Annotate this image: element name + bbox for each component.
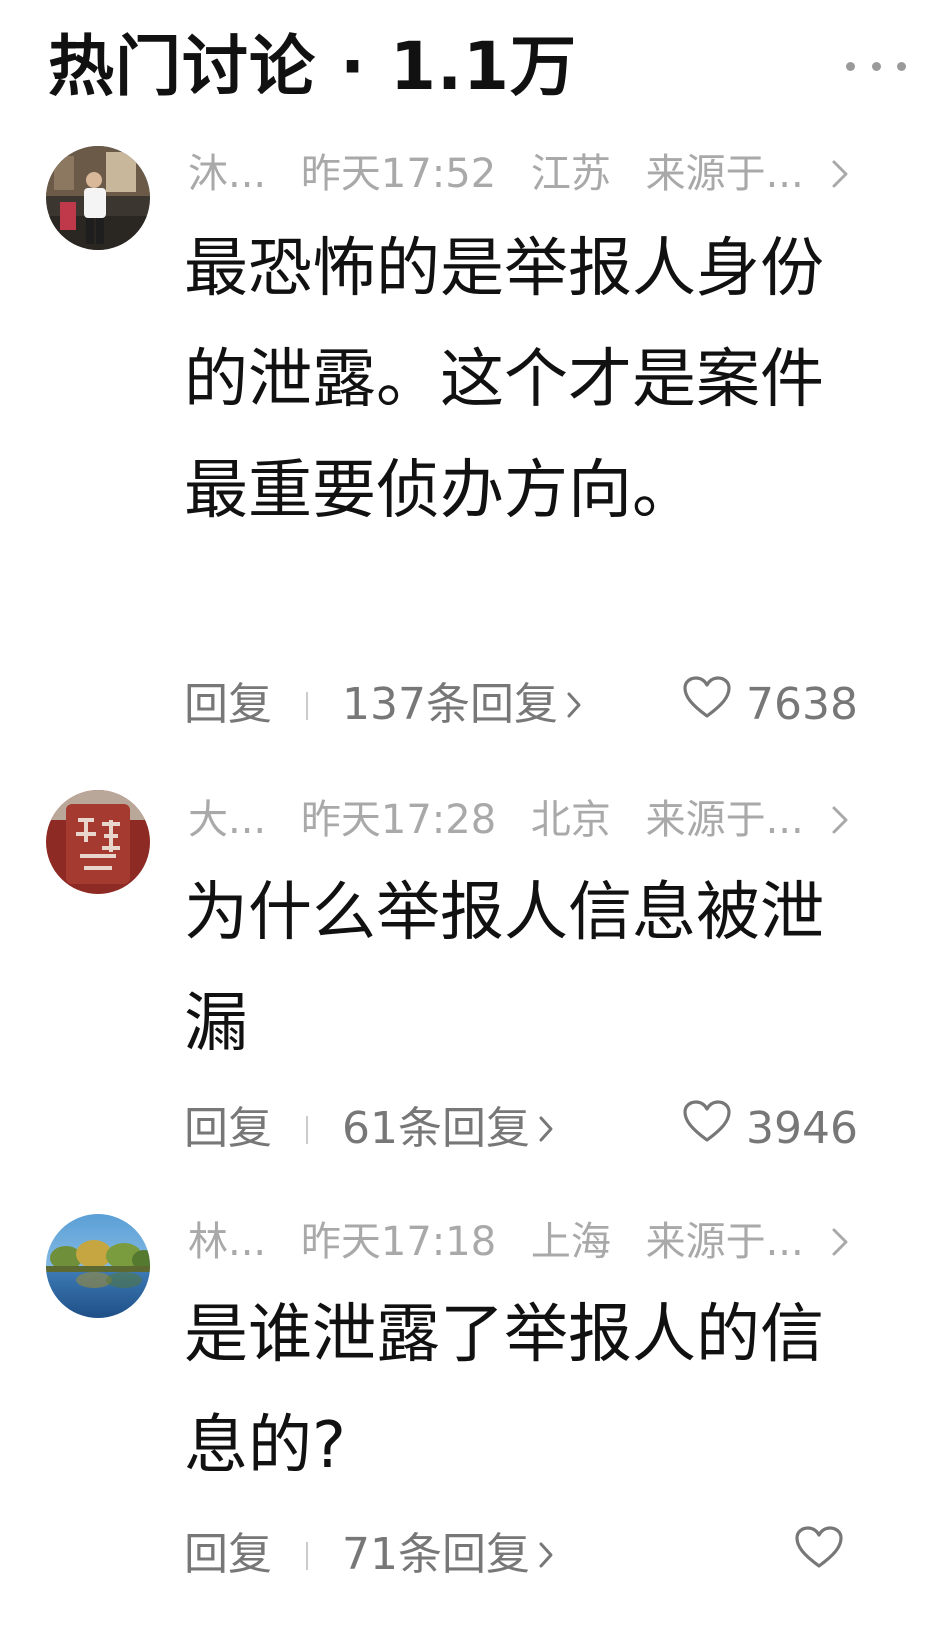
comment-meta: 沐... 昨天17:52 江苏 来源于... [188, 144, 858, 204]
heart-outline-icon [682, 670, 746, 740]
chevron-right-icon [566, 691, 582, 719]
like-count: 3946 [746, 1103, 858, 1154]
timestamp: 昨天17:28 [300, 797, 497, 843]
username[interactable]: 大... [188, 797, 266, 843]
reply-button[interactable]: 回复 [184, 1520, 272, 1590]
location: 江苏 [530, 151, 611, 197]
chevron-right-icon[interactable] [826, 144, 854, 204]
replies-count: 137条回复 [342, 679, 558, 730]
comment-actions: 回复 137条回复 7638 [184, 670, 858, 740]
like-button[interactable] [794, 1520, 858, 1590]
comment-text: 为什么举报人信息被泄漏 [184, 876, 824, 1061]
source-label: 来源于... [645, 151, 804, 197]
chevron-right-icon [538, 1541, 554, 1569]
view-replies-link[interactable]: 61条回复 [342, 1094, 554, 1164]
location: 北京 [530, 797, 611, 843]
comment-actions: 回复 71条回复 [184, 1520, 858, 1590]
replies-count: 61条回复 [342, 1103, 530, 1154]
comment-actions: 回复 61条回复 3946 [184, 1094, 858, 1164]
heart-outline-icon [682, 1094, 746, 1164]
replies-count: 71条回复 [342, 1529, 530, 1580]
source-label: 来源于... [645, 797, 804, 843]
comment-meta: 林... 昨天17:18 上海 来源于... [188, 1212, 858, 1272]
comment-text: 是谁泄露了举报人的信息的? [184, 1298, 824, 1483]
divider [306, 1542, 308, 1570]
view-replies-link[interactable]: 137条回复 [342, 670, 582, 740]
timestamp: 昨天17:18 [300, 1219, 497, 1265]
heart-outline-icon [794, 1520, 858, 1590]
divider [306, 1116, 308, 1144]
divider [306, 692, 308, 720]
location: 上海 [530, 1219, 611, 1265]
reply-button[interactable]: 回复 [184, 1094, 272, 1164]
comment-meta: 大... 昨天17:28 北京 来源于... [188, 790, 858, 850]
like-count: 7638 [746, 679, 858, 730]
avatar[interactable] [46, 146, 150, 250]
source-label: 来源于... [645, 1219, 804, 1265]
page-title: 热门讨论 · 1.1万 [48, 28, 577, 105]
chevron-right-icon [538, 1115, 554, 1143]
view-replies-link[interactable]: 71条回复 [342, 1520, 554, 1590]
chevron-right-icon[interactable] [826, 1212, 854, 1272]
comment-text: 最恐怖的是举报人身份的泄露。这个才是案件最重要侦办方向。 [184, 232, 824, 528]
more-dots-icon[interactable] [846, 46, 906, 86]
reply-button[interactable]: 回复 [184, 670, 272, 740]
username[interactable]: 沐... [188, 151, 266, 197]
username[interactable]: 林... [188, 1219, 266, 1265]
chevron-right-icon[interactable] [826, 790, 854, 850]
like-button[interactable]: 3946 [682, 1094, 858, 1164]
like-button[interactable]: 7638 [682, 670, 858, 740]
avatar[interactable] [46, 790, 150, 894]
timestamp: 昨天17:52 [300, 151, 497, 197]
avatar[interactable] [46, 1214, 150, 1318]
discussion-header: 热门讨论 · 1.1万 [48, 22, 906, 112]
